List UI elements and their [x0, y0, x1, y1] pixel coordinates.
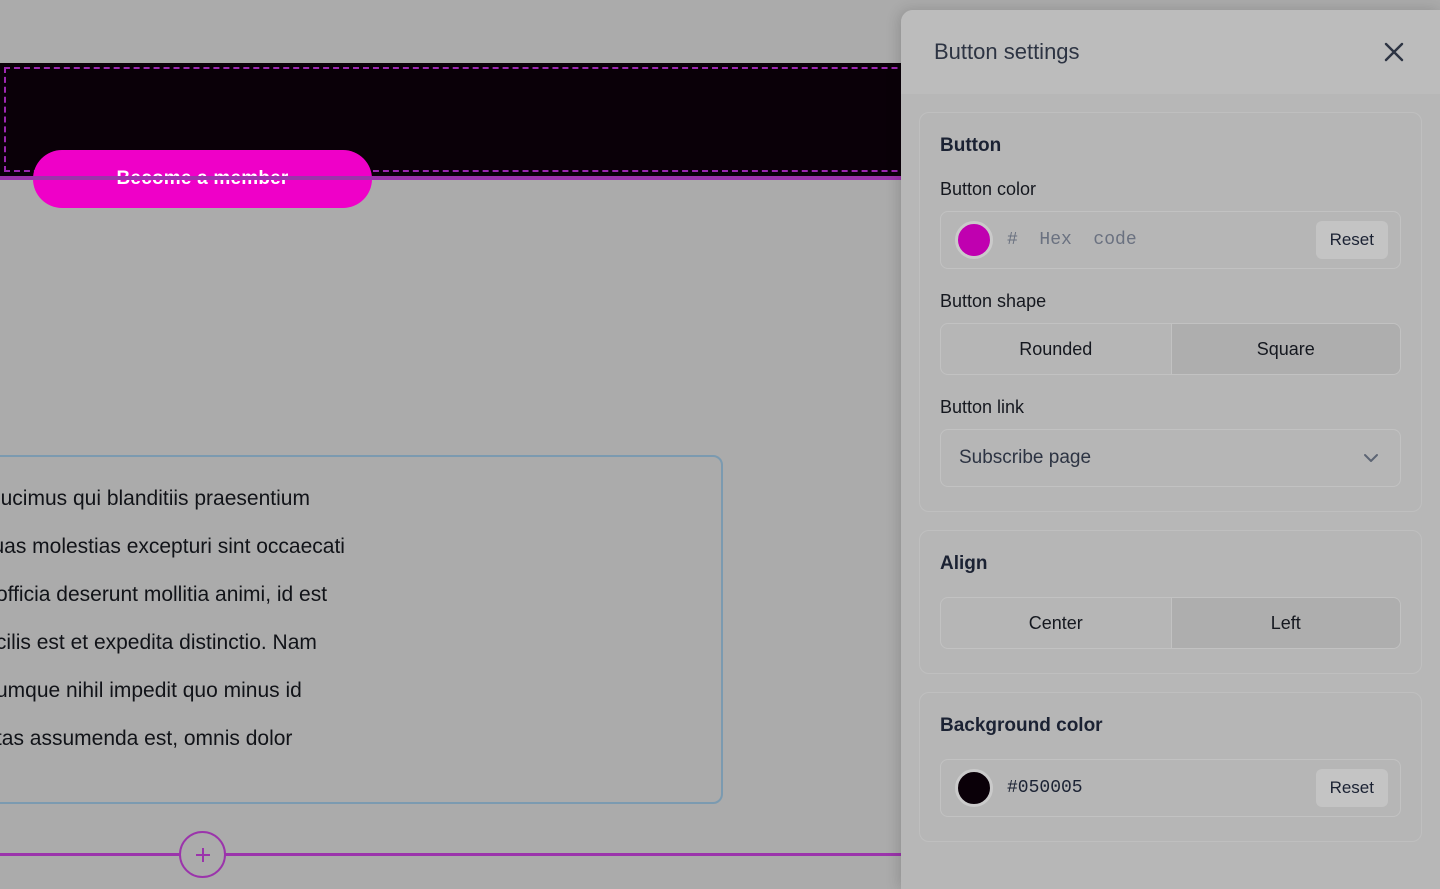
button-settings-panel: Button settings Button Button color Rese… [901, 10, 1440, 889]
section-button: Button Button color Reset Button shape R… [919, 112, 1422, 512]
button-shape-option-rounded[interactable]: Rounded [941, 324, 1171, 374]
text-line: t harum quidem rerum facilis est et expe… [0, 619, 695, 667]
button-link-selected-value: Subscribe page [959, 447, 1360, 469]
color-swatch-icon[interactable] [955, 221, 993, 259]
color-swatch-icon[interactable] [955, 769, 993, 807]
text-line: e possimus, omnis voluptas assumenda est… [0, 715, 695, 763]
button-color-reset-button[interactable]: Reset [1316, 221, 1388, 259]
text-line: nobis est eligendi optio cumque nihil im… [0, 667, 695, 715]
close-button[interactable] [1376, 34, 1412, 70]
button-color-field[interactable]: Reset [940, 211, 1401, 269]
align-option-left[interactable]: Left [1171, 598, 1401, 648]
text-line: t iusto odio dignissimos ducimus qui bla… [0, 475, 695, 523]
panel-header: Button settings [901, 10, 1440, 94]
background-hex-input[interactable] [1007, 778, 1316, 798]
section-background-color: Background color Reset [919, 692, 1422, 842]
button-hex-input[interactable] [1007, 230, 1316, 250]
panel-body: Button Button color Reset Button shape R… [901, 94, 1440, 889]
body-text-block[interactable]: t iusto odio dignissimos ducimus qui bla… [0, 455, 723, 804]
close-icon [1382, 40, 1406, 64]
align-option-center[interactable]: Center [941, 598, 1171, 648]
text-line: orrupti quos dolores et quas molestias e… [0, 523, 695, 571]
section-title: Background color [940, 715, 1401, 737]
panel-title: Button settings [934, 39, 1080, 65]
button-link-label: Button link [940, 397, 1401, 418]
plus-icon [193, 845, 213, 865]
align-segmented-control: Center Left [940, 597, 1401, 649]
section-align: Align Center Left [919, 530, 1422, 674]
button-shape-option-square[interactable]: Square [1171, 324, 1401, 374]
background-color-field[interactable]: Reset [940, 759, 1401, 817]
button-shape-segmented-control: Rounded Square [940, 323, 1401, 375]
section-title: Align [940, 553, 1401, 575]
text-line: milique sunt in culpa qui officia deseru… [0, 571, 695, 619]
add-block-button[interactable] [179, 831, 226, 878]
button-link-select[interactable]: Subscribe page [940, 429, 1401, 487]
button-shape-label: Button shape [940, 291, 1401, 312]
section-title: Button [940, 135, 1401, 157]
background-color-reset-button[interactable]: Reset [1316, 769, 1388, 807]
button-color-label: Button color [940, 179, 1401, 200]
chevron-down-icon [1360, 447, 1382, 469]
